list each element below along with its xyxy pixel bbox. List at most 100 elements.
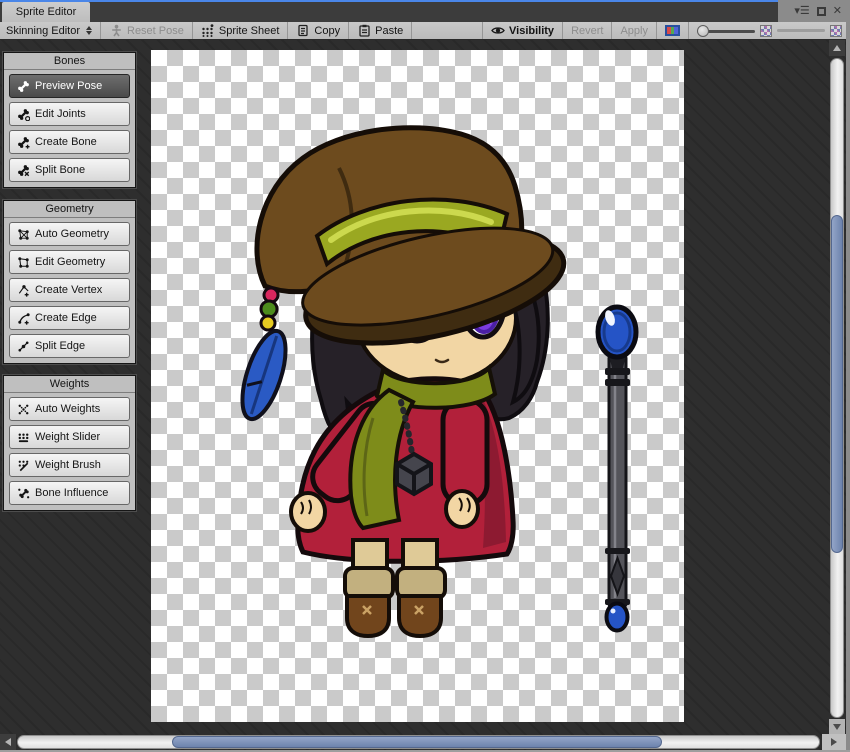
preview-pose-button[interactable]: Preview Pose [9,74,130,98]
revert-button[interactable]: Revert [562,22,611,39]
close-icon[interactable]: ✕ [833,5,842,17]
vertical-scroll-thumb[interactable] [831,215,843,553]
skinning-editor-label: Skinning Editor [6,24,80,37]
horizontal-scrollbar [0,734,846,750]
split-bone-button[interactable]: Split Bone [9,158,130,182]
create-edge-icon [16,311,30,325]
left-hand [289,491,327,533]
weights-panel-title: Weights [4,376,135,393]
weight-brush-icon [16,458,30,472]
paste-button[interactable]: Paste [349,22,413,39]
button-label: Edit Joints [35,108,86,120]
window-right-border [846,0,850,752]
window-chrome: ▾☰ ✕ [778,0,850,22]
auto-weights-button[interactable]: Auto Weights [9,397,130,421]
sprite-canvas[interactable] [151,50,684,722]
eye-icon [491,24,505,38]
create-edge-button[interactable]: Create Edge [9,306,130,330]
weight-slider-button[interactable]: Weight Slider [9,425,130,449]
split-bone-icon [16,163,30,177]
geometry-panel: Geometry Auto Geometry Edit Geometry Creat… [3,200,136,364]
edit-joints-button[interactable]: Edit Joints [9,102,130,126]
tab-sprite-editor[interactable]: Sprite Editor [2,2,90,22]
split-edge-button[interactable]: Split Edge [9,334,130,358]
copy-label: Copy [314,24,341,37]
horizontal-scroll-track[interactable] [17,735,820,749]
button-label: Edit Geometry [35,256,106,268]
button-label: Create Edge [35,312,97,324]
button-label: Create Bone [35,136,97,148]
apply-button[interactable]: Apply [611,22,656,39]
skinning-editor-dropdown[interactable]: Skinning Editor [0,22,101,39]
button-label: Split Edge [35,340,86,352]
pose-figure-icon [109,24,123,38]
auto-geometry-button[interactable]: Auto Geometry [9,222,130,246]
sprite-sheet-label: Sprite Sheet [218,24,280,37]
horizontal-scroll-thumb[interactable] [172,736,662,748]
weight-slider-icon [16,430,30,444]
create-bone-button[interactable]: Create Bone [9,130,130,154]
zoom-slider[interactable] [697,24,755,37]
scroll-right-button[interactable] [822,734,846,750]
bead-yellow [259,314,277,332]
scroll-left-button[interactable] [0,734,16,750]
button-label: Bone Influence [35,487,109,499]
staff-sprite [595,304,639,633]
rgb-alpha-toggle[interactable] [656,22,688,39]
reset-pose-label: Reset Pose [127,24,184,37]
button-label: Weight Slider [35,431,101,443]
copy-button[interactable]: Copy [288,22,350,39]
bone-influence-button[interactable]: Bone Influence [9,481,130,505]
toolbar-right: Visibility Revert Apply [482,22,850,39]
texture-preview-icon [760,24,772,37]
left-boot [345,594,391,639]
revert-label: Revert [571,24,604,37]
right-boot [397,594,443,639]
bones-panel: Bones Preview Pose Edit Joints Create Bone… [3,52,136,188]
create-bone-icon [16,135,30,149]
paste-label: Paste [375,24,404,37]
scroll-down-button[interactable] [829,719,845,735]
mip-slider[interactable] [777,29,825,32]
mip-texture-icon [830,24,842,37]
apply-label: Apply [620,24,648,37]
preview-pose-bone-icon [16,79,30,93]
feather [240,328,288,422]
vertical-scroll-track[interactable] [830,58,844,718]
button-label: Auto Geometry [35,228,109,240]
sprite-sheet-button[interactable]: Sprite Sheet [193,22,289,39]
button-label: Create Vertex [35,284,103,296]
tab-title: Sprite Editor [15,6,77,18]
geometry-panel-title: Geometry [4,201,135,218]
dropdown-menu-icon[interactable]: ▾☰ [794,5,809,17]
visibility-label: Visibility [509,24,555,37]
right-hand [444,489,480,529]
titlebar [0,0,780,22]
reset-pose-button[interactable]: Reset Pose [101,22,193,39]
edit-geometry-button[interactable]: Edit Geometry [9,250,130,274]
weight-brush-button[interactable]: Weight Brush [9,453,130,477]
maximize-icon[interactable] [816,6,826,16]
edit-geometry-icon [16,255,30,269]
visibility-toggle[interactable]: Visibility [482,22,562,39]
scroll-up-button[interactable] [829,40,845,56]
button-label: Weight Brush [35,459,101,471]
auto-weights-icon [16,402,30,416]
zoom-slider-zone [688,22,850,39]
create-vertex-icon [16,283,30,297]
chevron-updown-icon [86,26,92,35]
create-vertex-button[interactable]: Create Vertex [9,278,130,302]
unity-cube-pendant [395,451,433,497]
sprite-sheet-icon [201,24,215,38]
weights-panel: Weights Auto Weights Weight Slider Weight … [3,375,136,511]
edit-joints-bone-icon [16,107,30,121]
zoom-slider-handle[interactable] [697,24,709,37]
left-boot-cuff [343,566,395,600]
button-label: Auto Weights [35,403,101,415]
vertical-scrollbar [829,40,845,735]
staff-orb-bottom [604,601,630,633]
sprite-editor-window: ▾☰ ✕ Sprite Editor Skinning Editor Reset… [0,0,850,752]
bone-influence-icon [16,486,30,500]
paste-icon [357,24,371,38]
bones-panel-title: Bones [4,53,135,70]
